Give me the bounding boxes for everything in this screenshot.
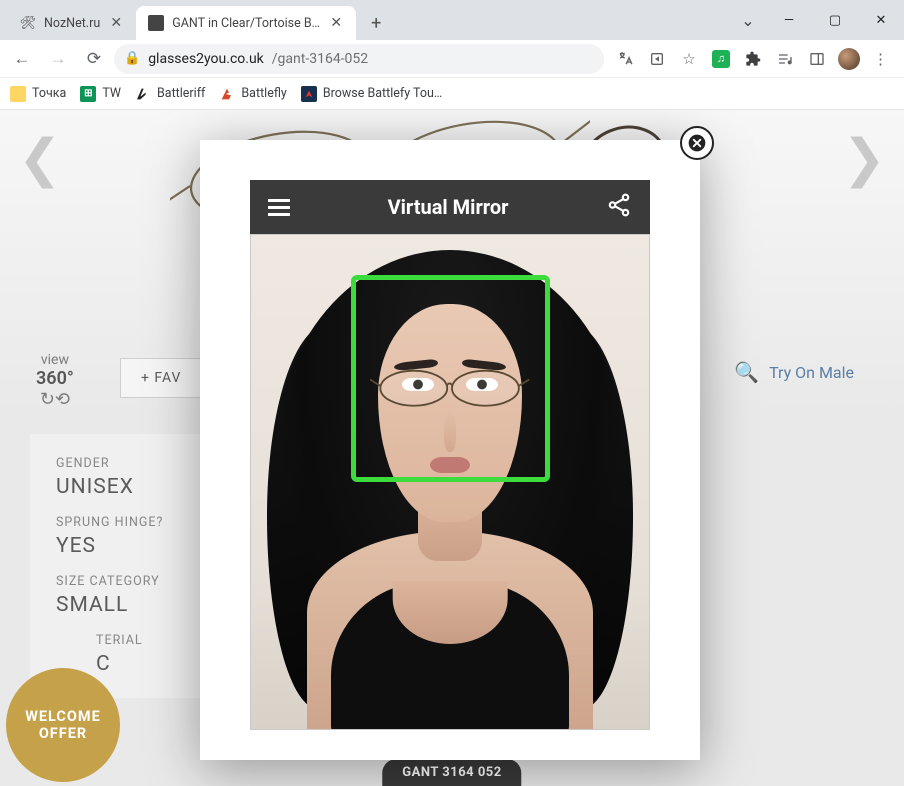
forward-button[interactable]: →: [42, 43, 74, 75]
bookmark-label: TW: [102, 86, 121, 101]
tab-title: GANT in Clear/Tortoise Brown A: [172, 16, 320, 31]
star-icon[interactable]: ☆: [676, 46, 702, 72]
product-code-pill: GANT 3164 052: [382, 759, 521, 786]
welcome-offer-line1: WELCOME: [25, 708, 101, 725]
window-titlebar: 🛠 NozNet.ru ✕ GANT in Clear/Tortoise Bro…: [0, 0, 904, 40]
view360-label: view: [36, 352, 74, 368]
profile-avatar[interactable]: [836, 46, 862, 72]
spec-value: UNISEX: [56, 475, 204, 499]
close-icon: [687, 133, 707, 153]
view360-value: 360°: [36, 368, 74, 389]
browser-tabs: 🛠 NozNet.ru ✕ GANT in Clear/Tortoise Bro…: [0, 0, 730, 40]
spec-value: YES: [56, 534, 204, 558]
bookmark-battlefy[interactable]: Browse Battlefy Tou…: [301, 86, 442, 102]
reload-button[interactable]: ⟳: [78, 43, 110, 75]
carousel-next-button[interactable]: ❯: [842, 128, 886, 189]
url-path: /gant-3164-052: [272, 51, 368, 67]
minimize-button[interactable]: —: [766, 5, 812, 35]
folder-icon: [10, 86, 26, 102]
translate-icon[interactable]: [612, 46, 638, 72]
mirror-icon: 🔍: [734, 360, 759, 384]
spec-label: SIZE CATEGORY: [56, 574, 204, 589]
bookmark-battleriff[interactable]: Battleriff: [135, 86, 205, 102]
try-on-male-label: Try On Male: [769, 363, 854, 382]
rotate-icon: ↻⟲: [36, 389, 74, 410]
spec-label: TERIAL: [96, 633, 204, 648]
tab-gant[interactable]: GANT in Clear/Tortoise Brown A ✕: [136, 6, 356, 40]
carousel-prev-button[interactable]: ❮: [18, 128, 62, 189]
bookmark-label: Точка: [32, 86, 66, 101]
site-icon: [301, 86, 317, 102]
site-icon: ⊞: [80, 86, 96, 102]
spec-value: SMALL: [56, 593, 204, 617]
menu-icon[interactable]: [268, 199, 290, 216]
back-button[interactable]: ←: [6, 43, 38, 75]
spec-label: GENDER: [56, 456, 204, 471]
spec-value: C: [96, 652, 204, 676]
site-icon: [219, 86, 235, 102]
modal-header: Virtual Mirror: [250, 180, 650, 234]
toolbar: ← → ⟳ 🔒 glasses2you.co.uk/gant-3164-052 …: [0, 40, 904, 78]
virtual-mirror-modal: Virtual Mirror: [200, 140, 700, 760]
site-favicon: [148, 15, 164, 31]
tab-title: NozNet.ru: [44, 16, 100, 31]
favourite-button[interactable]: + FAV: [120, 358, 202, 398]
chevron-down-icon[interactable]: ⌄: [730, 5, 766, 35]
bookmark-label: Browse Battlefy Tou…: [323, 86, 442, 101]
wrench-icon: 🛠: [20, 15, 36, 31]
menu-button[interactable]: ⋮: [868, 46, 894, 72]
face-detection-box: [351, 275, 550, 482]
music-extension-icon[interactable]: ♫: [708, 46, 734, 72]
bookmark-label: Battleriff: [157, 86, 205, 101]
close-window-button[interactable]: ✕: [858, 5, 904, 35]
page-content: ❮ ❯ view 360° ↻⟲ + FAV 🔍 Try On Male GEN…: [0, 110, 904, 786]
spec-label: SPRUNG HINGE?: [56, 515, 204, 530]
site-icon: [135, 86, 151, 102]
window-controls: ⌄ — ▢ ✕: [730, 0, 904, 40]
modal-title: Virtual Mirror: [290, 195, 606, 219]
close-icon[interactable]: ✕: [328, 15, 344, 31]
bookmark-label: Battlefly: [241, 86, 286, 101]
model-photo: [251, 235, 649, 729]
view-360-button[interactable]: view 360° ↻⟲: [36, 352, 74, 410]
maximize-button[interactable]: ▢: [812, 5, 858, 35]
modal-close-button[interactable]: [680, 126, 714, 160]
new-tab-button[interactable]: +: [362, 9, 390, 37]
product-code: GANT 3164 052: [402, 765, 501, 780]
welcome-offer-badge[interactable]: WELCOME OFFER: [6, 668, 120, 782]
extension-icons: ☆ ♫ ⋮: [608, 46, 898, 72]
share-icon[interactable]: [644, 46, 670, 72]
tab-noznet[interactable]: 🛠 NozNet.ru ✕: [8, 6, 136, 40]
playlist-icon[interactable]: [772, 46, 798, 72]
close-icon[interactable]: ✕: [108, 15, 124, 31]
lock-icon: 🔒: [124, 51, 140, 66]
panel-icon[interactable]: [804, 46, 830, 72]
bookmarks-bar: Точка ⊞ TW Battleriff Battlefly Browse B…: [0, 78, 904, 110]
bookmark-tw[interactable]: ⊞ TW: [80, 86, 121, 102]
url-host: glasses2you.co.uk: [148, 51, 264, 67]
extensions-icon[interactable]: [740, 46, 766, 72]
share-icon[interactable]: [606, 192, 632, 222]
try-on-male-link[interactable]: 🔍 Try On Male: [734, 360, 854, 384]
bookmark-tochka[interactable]: Точка: [10, 86, 66, 102]
virtual-mirror-viewport[interactable]: [250, 234, 650, 730]
address-bar[interactable]: 🔒 glasses2you.co.uk/gant-3164-052: [114, 44, 604, 74]
bookmark-battlefly[interactable]: Battlefly: [219, 86, 286, 102]
favourite-label: + FAV: [141, 370, 181, 386]
welcome-offer-line2: OFFER: [39, 725, 87, 742]
